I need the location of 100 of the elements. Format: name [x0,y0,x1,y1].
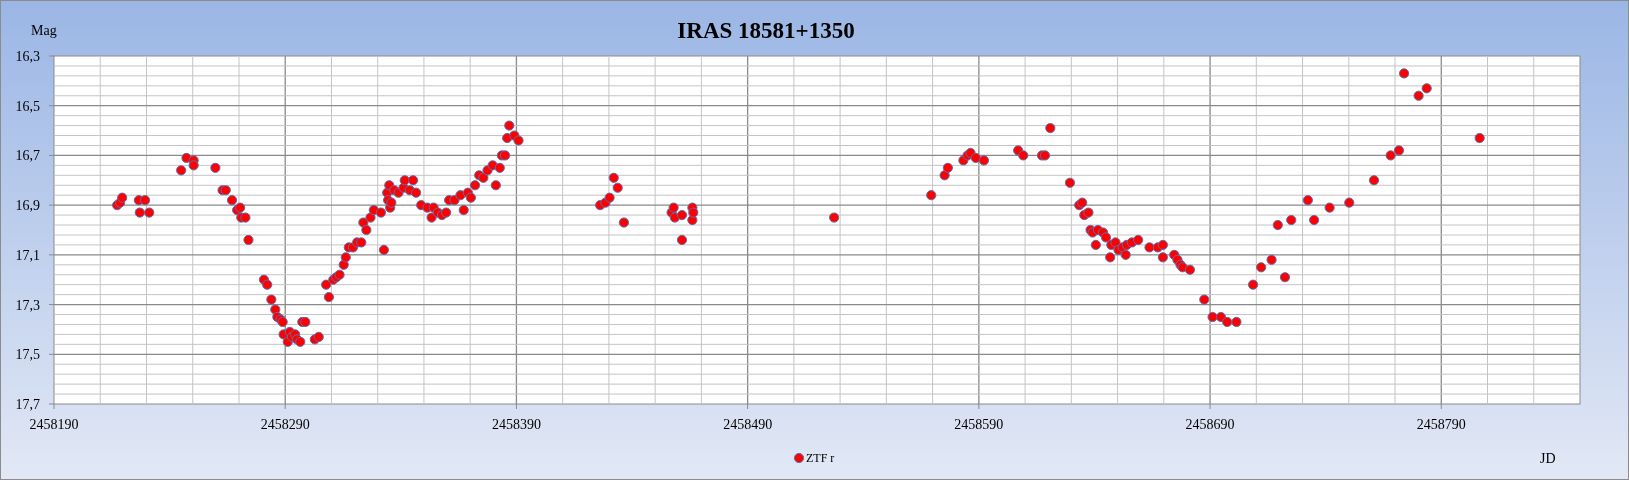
chart-title: IRAS 18581+1350 [677,18,855,43]
x-tick-label: 2458290 [260,417,310,432]
data-point [668,202,679,213]
x-tick-label: 2458190 [29,417,79,432]
data-point [688,207,699,218]
data-point [608,172,619,183]
legend-label: ZTF r [806,451,835,465]
data-point [1474,132,1485,144]
data-point [144,207,155,218]
data-point [604,192,615,203]
y-tick-label: 16,7 [15,148,40,164]
data-point [1344,197,1355,208]
data-point [140,195,151,206]
data-point [970,152,981,163]
data-point [1105,252,1116,263]
data-point [465,192,476,203]
data-point [978,155,990,166]
data-point [1018,150,1029,161]
x-tick-label: 2458390 [491,417,541,432]
data-point [1231,316,1242,328]
data-point [340,252,351,263]
data-point [1368,175,1380,186]
y-tick-label: 17,5 [15,347,40,363]
data-point [262,279,273,290]
data-point [176,165,187,176]
data-point [240,212,251,223]
data-point [321,279,332,290]
data-point [1133,234,1144,246]
data-point [1385,150,1396,161]
data-point [1064,177,1076,188]
data-point [117,192,128,203]
y-tick-label: 16,3 [15,49,40,64]
data-point [323,292,334,303]
data-point [1398,68,1410,79]
data-point [399,175,410,186]
data-point [356,237,367,248]
y-tick-label: 17,7 [15,397,40,412]
data-point [338,259,349,270]
data-point [1279,272,1291,283]
data-point [365,212,376,223]
data-point [361,224,372,236]
data-point [612,182,623,193]
x-tick-label: 2458590 [954,417,1004,432]
data-point [504,120,515,131]
data-point [1110,237,1121,248]
data-point [1266,254,1277,265]
data-point [1184,264,1196,275]
data-point [375,207,387,218]
y-tick-label: 16,9 [15,198,40,214]
data-point [295,336,306,347]
data-point [210,162,221,173]
data-point [926,190,937,201]
data-point [1247,279,1259,290]
data-point [378,244,390,255]
data-point [134,207,145,218]
data-point [1100,232,1112,243]
data-point [226,195,238,206]
x-tick-label: 2458490 [723,417,773,432]
data-point [618,217,630,228]
data-point [1272,219,1283,231]
data-point [1222,316,1233,328]
data-point [1393,145,1405,156]
data-point [1090,239,1101,250]
data-point [1215,311,1227,323]
data-point [500,150,511,161]
data-point [1324,202,1335,213]
y-tick-label: 17,3 [15,297,40,313]
data-point [676,234,688,246]
data-point [188,160,199,171]
data-point [1120,249,1131,260]
data-point [469,180,481,191]
data-point [1157,239,1168,250]
data-point [411,187,422,198]
data-point [1256,262,1267,273]
data-point [1144,242,1155,253]
data-point [1421,83,1432,94]
data-point [942,162,953,173]
data-point [676,210,688,221]
data-point [1045,123,1056,134]
data-point [1157,252,1168,263]
data-point [313,331,324,342]
data-point [1286,214,1297,226]
data-point [1413,90,1424,101]
data-point [1309,214,1320,226]
data-point [478,172,489,183]
data-point [494,162,505,173]
data-point [407,175,419,186]
data-point [829,212,840,223]
data-point [939,170,950,181]
data-point [426,212,437,223]
x-axis-title: JD [1540,451,1556,466]
x-tick-label: 2458790 [1416,417,1466,432]
data-point [266,294,277,305]
y-tick-label: 17,1 [15,247,40,263]
data-point [458,205,469,216]
x-tick-label: 2458690 [1185,417,1235,432]
data-point [243,234,254,246]
data-point [441,207,452,218]
data-point [490,180,501,191]
data-point [455,190,466,201]
